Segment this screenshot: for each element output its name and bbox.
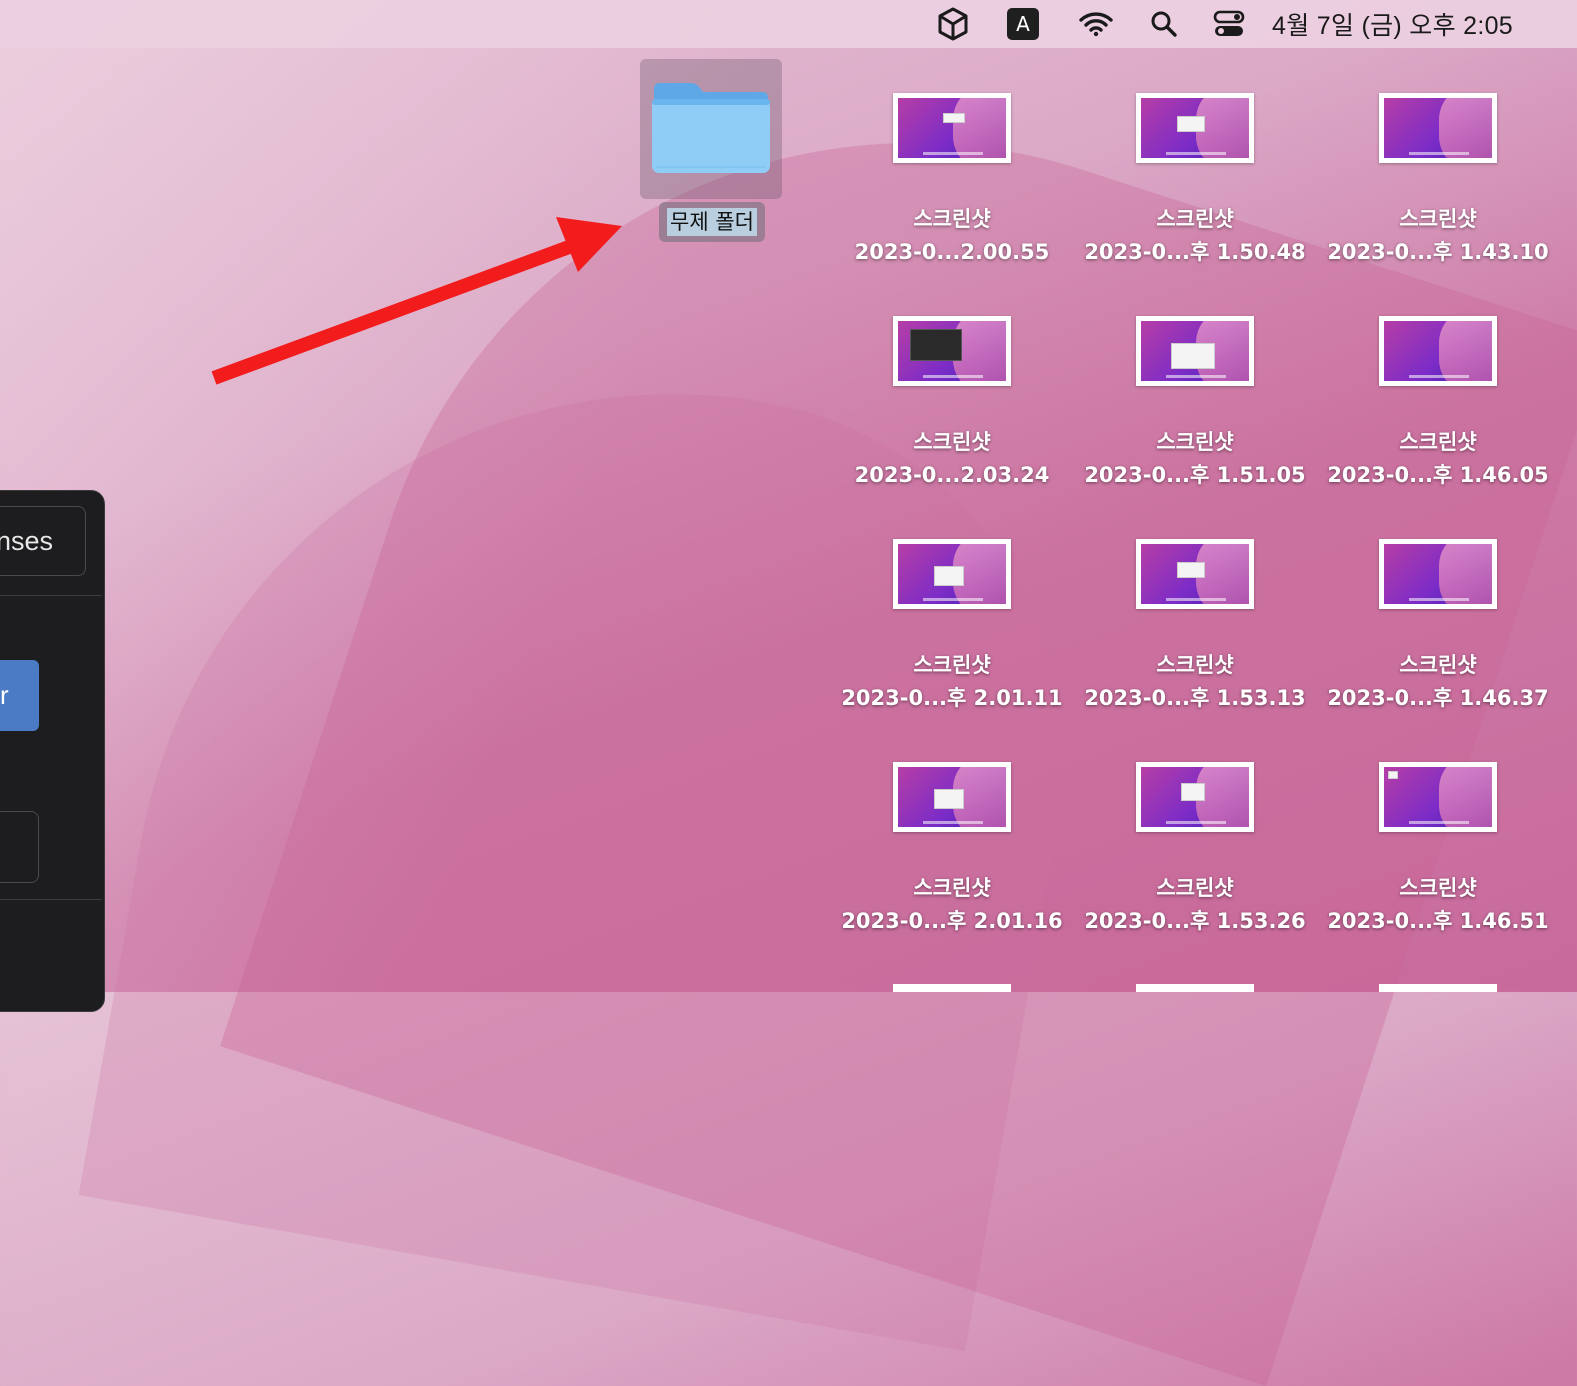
screenshot-thumbnail (893, 316, 1011, 386)
screenshot-thumbnail (1136, 762, 1254, 832)
file-name-line2: 2023-0...후 1.53.26 (1084, 909, 1306, 933)
panel-divider (0, 899, 102, 900)
input-source-label: A (1016, 12, 1030, 36)
file-name-line2: 2023-0...후 2.01.11 (841, 686, 1063, 710)
desktop-file[interactable]: 스크린샷 2023-0...후 2.01.11 (837, 539, 1067, 739)
desktop-file[interactable]: 스크린샷 2023-0...후 1.53.13 (1080, 539, 1310, 739)
file-name-line2: 2023-0...후 1.50.48 (1084, 240, 1306, 264)
folder-name-label[interactable]: 무제 폴더 (659, 202, 765, 242)
folder-icon (652, 83, 770, 173)
desktop-file[interactable]: 스크린샷 2023-0...후 1.46.05 (1323, 316, 1553, 516)
panel-tab-button[interactable]: nses (0, 506, 86, 576)
file-name-line1: 스크린샷 (913, 430, 991, 454)
file-name-line2: 2023-0...2.03.24 (854, 463, 1050, 487)
panel-divider (0, 595, 102, 596)
file-name-line2: 2023-0...후 1.51.05 (1084, 463, 1306, 487)
screenshot-thumbnail (1379, 93, 1497, 163)
file-name-line1: 스크린샷 (1156, 430, 1234, 454)
file-name-line1: 스크린샷 (1156, 876, 1234, 900)
desktop-file[interactable]: 스크린샷 2023-0...후 1.46.51 (1323, 762, 1553, 962)
screenshot-thumbnail (893, 539, 1011, 609)
desktop-file[interactable]: 스크린샷 2023-0...후 1.43.10 (1323, 93, 1553, 293)
partial-thumbnail (1379, 984, 1497, 992)
desktop-file[interactable]: 스크린샷 2023-0...후 1.50.48 (1080, 93, 1310, 293)
wifi-icon[interactable] (1078, 0, 1114, 48)
screenshot-thumbnail (1379, 316, 1497, 386)
desktop-file[interactable]: 스크린샷 2023-0...후 2.01.16 (837, 762, 1067, 962)
desktop-file[interactable]: 스크린샷 2023-0...후 1.51.05 (1080, 316, 1310, 516)
screenshot-thumbnail (1379, 539, 1497, 609)
desktop-file[interactable]: 스크린샷 2023-0...2.00.55 (837, 93, 1067, 293)
file-name-line1: 스크린샷 (1156, 207, 1234, 231)
desktop-file[interactable]: 스크린샷 2023-0...2.03.24 (837, 316, 1067, 516)
menu-bar-clock[interactable]: 4월 7일 (금) 오후 2:05 (1272, 0, 1536, 48)
screenshot-thumbnail (1136, 539, 1254, 609)
file-name-line1: 스크린샷 (1156, 653, 1234, 677)
file-name-line2: 2023-0...후 1.53.13 (1084, 686, 1306, 710)
file-name-line1: 스크린샷 (1399, 207, 1477, 231)
panel-input-field[interactable] (0, 811, 39, 883)
file-name-line2: 2023-0...후 1.43.10 (1327, 240, 1549, 264)
screenshot-thumbnail (1136, 93, 1254, 163)
file-name-line1: 스크린샷 (913, 207, 991, 231)
screenshot-thumbnail (1379, 762, 1497, 832)
panel-tab-label: nses (0, 525, 53, 556)
file-name-line1: 스크린샷 (913, 653, 991, 677)
unity-icon[interactable] (936, 0, 970, 48)
file-name-line2: 2023-0...2.00.55 (854, 240, 1050, 264)
panel-button-label: r (0, 680, 9, 710)
control-center-icon[interactable] (1212, 0, 1246, 48)
file-name-line1: 스크린샷 (1399, 430, 1477, 454)
partial-thumbnail (893, 984, 1011, 992)
menu-bar: A 4월 7일 (금) 오후 2:05 (0, 0, 1577, 48)
file-name-line1: 스크린샷 (913, 876, 991, 900)
file-name-line2: 2023-0...후 1.46.05 (1327, 463, 1549, 487)
partial-thumbnail (1136, 984, 1254, 992)
file-name-line2: 2023-0...후 1.46.37 (1327, 686, 1549, 710)
folder-name-text[interactable]: 무제 폴더 (667, 208, 757, 236)
file-name-line2: 2023-0...후 1.46.51 (1327, 909, 1549, 933)
panel-primary-button[interactable]: r (0, 660, 39, 731)
file-name-line1: 스크린샷 (1399, 876, 1477, 900)
search-icon[interactable] (1148, 0, 1180, 48)
untitled-folder[interactable] (640, 59, 782, 199)
file-name-line1: 스크린샷 (1399, 653, 1477, 677)
file-name-line2: 2023-0...후 2.01.16 (841, 909, 1063, 933)
desktop-file[interactable]: 스크린샷 2023-0...후 1.53.26 (1080, 762, 1310, 962)
screenshot-thumbnail (1136, 316, 1254, 386)
input-source-icon[interactable]: A (1007, 8, 1039, 40)
screenshot-thumbnail (893, 93, 1011, 163)
desktop-file[interactable]: 스크린샷 2023-0...후 1.46.37 (1323, 539, 1553, 739)
screenshot-thumbnail (893, 762, 1011, 832)
